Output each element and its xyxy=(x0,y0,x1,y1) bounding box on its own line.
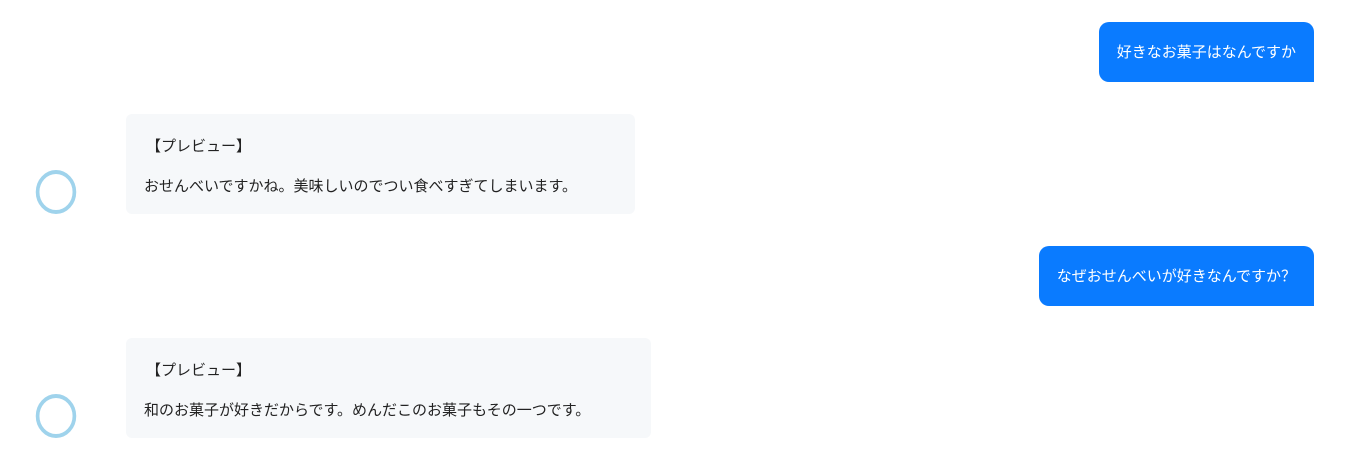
chat-window: 好きなお菓子はなんですか 【プレビュー】 おせんべいですかね。美味しいのでつい食… xyxy=(0,0,1347,450)
user-message-bubble: なぜおせんべいが好きなんですか？ xyxy=(1038,246,1314,306)
bot-message-text: おせんべいですかね。美味しいのでつい食べすぎてしまいます。 xyxy=(144,177,578,195)
user-message-bubble: 好きなお菓子はなんですか xyxy=(1098,22,1314,82)
preview-label: 【プレビュー】 xyxy=(146,137,252,155)
bot-avatar-icon xyxy=(35,394,77,438)
bot-message-text: 和のお菓子が好きだからです。めんだこのお菓子もその一つです。 xyxy=(144,401,591,419)
bot-avatar-icon xyxy=(35,170,77,214)
preview-label: 【プレビュー】 xyxy=(146,361,252,379)
bot-message-bubble: 【プレビュー】 おせんべいですかね。美味しいのでつい食べすぎてしまいます。 xyxy=(126,114,635,214)
bot-message-bubble: 【プレビュー】 和のお菓子が好きだからです。めんだこのお菓子もその一つです。 xyxy=(126,338,651,438)
